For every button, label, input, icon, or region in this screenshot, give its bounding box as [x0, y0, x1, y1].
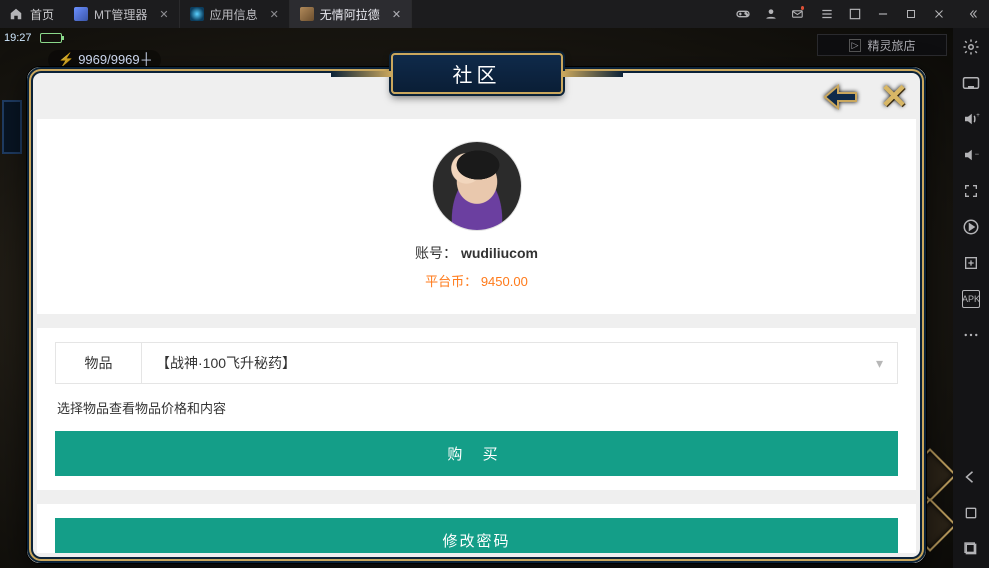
emulator-sidebar: + − APK: [953, 28, 989, 568]
tab-label: MT管理器: [94, 6, 147, 23]
item-select[interactable]: 物品 【战神·100飞升秘药】 ▾: [55, 342, 898, 384]
tab-label: 无情阿拉德: [320, 6, 380, 23]
coin-value: 9450.00: [481, 274, 528, 289]
keyboard-icon[interactable]: [962, 74, 980, 92]
avatar: [432, 141, 522, 231]
coin-line: 平台币： 9450.00: [55, 271, 898, 290]
account-line: 账号： wudiliucom: [55, 243, 898, 263]
android-back-icon[interactable]: [962, 468, 980, 486]
tab-close-icon[interactable]: ✕: [159, 8, 168, 21]
titlebar-actions: [735, 6, 989, 22]
collapse-sidebar-icon[interactable]: [965, 6, 981, 22]
gamepad-icon[interactable]: [735, 6, 751, 22]
volume-up-icon[interactable]: +: [962, 110, 980, 128]
volume-down-icon[interactable]: −: [962, 146, 980, 164]
buy-button[interactable]: 购 买: [55, 431, 898, 476]
item-select-value[interactable]: 【战神·100飞升秘药】 ▾: [142, 343, 897, 383]
mail-icon[interactable]: [791, 6, 807, 22]
modal-back-button[interactable]: [816, 75, 866, 119]
apk-install-icon[interactable]: APK: [962, 290, 980, 308]
modal-body: 账号： wudiliucom 平台币： 9450.00 物品 【战神·100飞升…: [37, 119, 916, 553]
item-select-label: 物品: [56, 343, 142, 383]
tab-mt-manager[interactable]: MT管理器 ✕: [64, 0, 180, 28]
purchase-card: 物品 【战神·100飞升秘药】 ▾ 选择物品查看物品价格和内容 购 买: [37, 328, 916, 490]
emulator-titlebar: 首页 MT管理器 ✕ 应用信息 ✕ 无情阿拉德 ✕: [0, 0, 989, 28]
tab-favicon: [300, 7, 314, 21]
tab-strip: MT管理器 ✕ 应用信息 ✕ 无情阿拉德 ✕: [64, 0, 412, 28]
multi-instance-icon[interactable]: [962, 254, 980, 272]
fullscreen-icon[interactable]: [962, 182, 980, 200]
profile-card: 账号： wudiliucom 平台币： 9450.00: [37, 119, 916, 314]
modal-close-button[interactable]: ✕: [872, 75, 916, 119]
modal-title: 社区: [391, 53, 563, 94]
more-icon[interactable]: [962, 326, 980, 344]
svg-text:+: +: [976, 113, 980, 119]
account-value: wudiliucom: [461, 245, 538, 261]
password-card: 修改密码: [37, 504, 916, 553]
home-label[interactable]: 首页: [30, 6, 54, 23]
maximize-icon[interactable]: [903, 6, 919, 22]
android-home-icon[interactable]: [962, 504, 980, 522]
tab-label: 应用信息: [210, 6, 258, 23]
tab-app-info[interactable]: 应用信息 ✕: [180, 0, 290, 28]
chevron-down-icon: ▾: [876, 355, 883, 372]
tab-close-icon[interactable]: ✕: [392, 8, 401, 21]
minimize-icon[interactable]: [875, 6, 891, 22]
tab-favicon: [190, 7, 204, 21]
close-icon[interactable]: [931, 6, 947, 22]
community-modal: 社区 ✕ 账号： wudiliucom 平台币： 9450.00: [26, 66, 927, 564]
settings-gear-icon[interactable]: [962, 38, 980, 56]
modal-overlay: 社区 ✕ 账号： wudiliucom 平台币： 9450.00: [0, 28, 953, 568]
item-selected-text: 【战神·100飞升秘药】: [156, 353, 296, 373]
menu-icon[interactable]: [819, 6, 835, 22]
coin-label: 平台币：: [425, 274, 477, 289]
tab-favicon: [74, 7, 88, 21]
tab-game[interactable]: 无情阿拉德 ✕: [290, 0, 412, 28]
item-hint: 选择物品查看物品价格和内容: [57, 398, 896, 417]
user-icon[interactable]: [763, 6, 779, 22]
record-icon[interactable]: [962, 218, 980, 236]
home-icon[interactable]: [8, 6, 24, 22]
android-recents-icon[interactable]: [962, 540, 980, 558]
change-password-button[interactable]: 修改密码: [55, 518, 898, 553]
tab-close-icon[interactable]: ✕: [270, 8, 279, 21]
expand-icon[interactable]: [847, 6, 863, 22]
svg-text:−: −: [975, 150, 980, 159]
account-label: 账号：: [415, 245, 457, 261]
game-viewport: 19:27 ⚡9969/9969┼ ▷ 精灵旅店 社区 ✕ 账号： wudili…: [0, 28, 953, 568]
